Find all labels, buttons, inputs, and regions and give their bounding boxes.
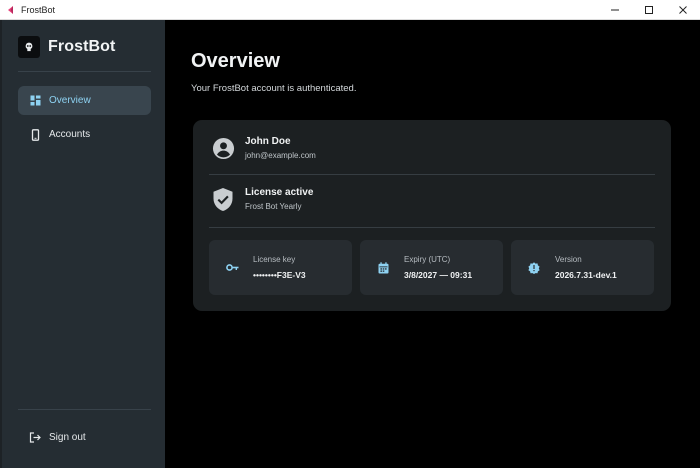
- license-status: License active: [245, 187, 314, 198]
- license-plan: Frost Bot Yearly: [245, 202, 302, 211]
- tile-label: Version: [555, 255, 582, 264]
- title-bar: FrostBot: [0, 0, 700, 20]
- sidebar-item-overview[interactable]: Overview: [18, 86, 151, 115]
- brand-logo-icon: [18, 36, 40, 58]
- license-row: License active Frost Bot Yearly: [211, 187, 313, 211]
- minimize-icon: [611, 9, 619, 10]
- license-key-value: ••••••••F3E-V3: [253, 270, 306, 280]
- minimize-button[interactable]: [598, 0, 632, 20]
- card-divider: [209, 174, 655, 175]
- sign-out-button[interactable]: Sign out: [18, 423, 151, 452]
- calendar-icon: [376, 261, 390, 275]
- sidebar-divider: [18, 71, 151, 72]
- page-title: Overview: [191, 50, 280, 72]
- close-button[interactable]: [666, 0, 700, 20]
- window-title: FrostBot: [21, 4, 56, 15]
- maximize-button[interactable]: [632, 0, 666, 20]
- card-divider: [209, 227, 655, 228]
- shield-check-icon: [211, 187, 235, 211]
- account-overview-card: John Doe john@example.com License active…: [193, 120, 671, 311]
- license-key-tile: License key ••••••••F3E-V3: [209, 240, 352, 295]
- sidebar-item-label: Accounts: [49, 129, 91, 140]
- sidebar-item-label: Overview: [49, 95, 91, 106]
- logout-icon: [28, 431, 42, 445]
- tile-label: Expiry (UTC): [404, 255, 451, 264]
- sidebar: FrostBot Overview Accounts Sign out: [0, 20, 165, 468]
- window-controls: [598, 0, 700, 20]
- tile-label: License key: [253, 255, 296, 264]
- close-icon: [679, 5, 687, 14]
- user-row: John Doe john@example.com: [211, 136, 316, 160]
- version-tile: Version 2026.7.31-dev.1: [511, 240, 654, 295]
- sidebar-divider: [18, 409, 151, 410]
- user-email: john@example.com: [245, 151, 316, 160]
- sidebar-item-accounts[interactable]: Accounts: [18, 120, 151, 149]
- page-subtitle: Your FrostBot account is authenticated.: [191, 83, 357, 94]
- phone-icon: [28, 128, 42, 142]
- app-logo-icon: [5, 4, 17, 16]
- key-icon: [225, 261, 239, 275]
- maximize-icon: [645, 5, 653, 14]
- dashboard-icon: [28, 94, 42, 108]
- version-badge-icon: [527, 261, 541, 275]
- expiry-tile: Expiry (UTC) 3/8/2027 — 09:31: [360, 240, 503, 295]
- user-name: John Doe: [245, 136, 291, 147]
- account-circle-icon: [211, 136, 235, 160]
- main-content: Overview Your FrostBot account is authen…: [165, 20, 700, 468]
- version-value: 2026.7.31-dev.1: [555, 270, 617, 280]
- brand: FrostBot: [18, 36, 115, 58]
- sign-out-label: Sign out: [49, 432, 86, 443]
- expiry-value: 3/8/2027 — 09:31: [404, 270, 473, 280]
- brand-name: FrostBot: [48, 38, 116, 55]
